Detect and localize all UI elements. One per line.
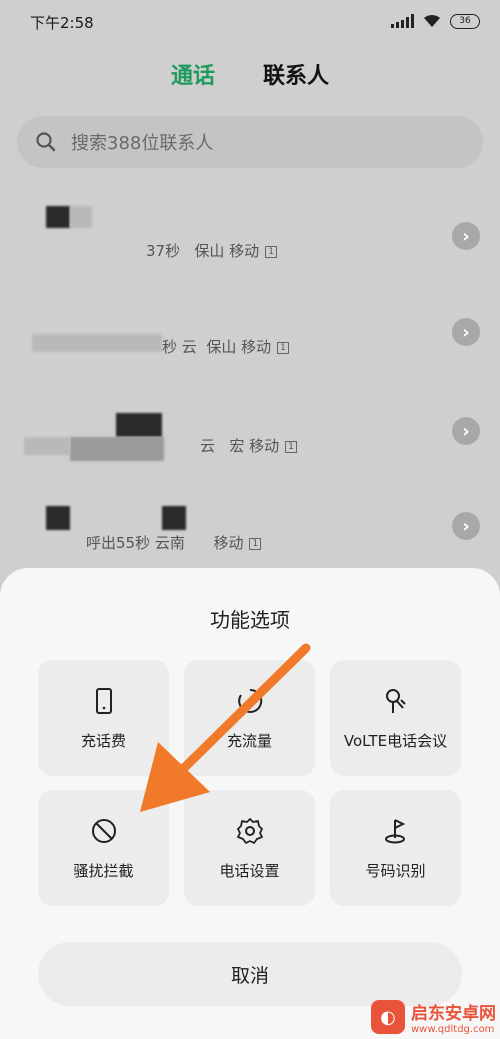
signal-icon [391, 14, 414, 28]
watermark: ◐ 启东安卓网 www.qdltdg.com [371, 999, 496, 1035]
hd-badge: 1 [277, 341, 289, 354]
call-duration: 秒 云 [162, 338, 197, 356]
battery-level: 36 [459, 16, 471, 26]
redacted-name [162, 506, 186, 530]
call-location: 保山 移动 [206, 338, 272, 356]
status-time: 下午2:58 [30, 14, 94, 32]
option-label: 充流量 [226, 731, 272, 750]
call-duration: 37秒 [146, 242, 181, 260]
redacted-name [24, 437, 70, 455]
flag-icon [384, 818, 405, 843]
search-bar[interactable]: 搜索388位联系人 [17, 116, 483, 168]
call-location: 保山 移动 [194, 242, 260, 260]
option-volte-conference[interactable]: VoLTE电话会议 [330, 660, 461, 776]
tab-calls[interactable]: 通话 [171, 58, 215, 90]
chevron-right-icon[interactable]: › [452, 417, 480, 445]
option-harassment-block[interactable]: 骚扰拦截 [38, 790, 169, 906]
conference-icon [385, 688, 406, 713]
call-duration: 云 [200, 437, 216, 455]
redacted-name [116, 413, 162, 437]
call-detail: 呼出55秒 云南 移动 1 [86, 532, 262, 553]
redacted-name [70, 206, 92, 228]
sheet-title: 功能选项 [210, 608, 290, 632]
option-number-identify[interactable]: 号码识别 [330, 790, 461, 906]
option-label: 号码识别 [365, 861, 426, 880]
options-grid: 充话费 充流量 VoLTE电话会议 骚扰拦截 电话设置 号码识别 [38, 660, 462, 906]
chevron-right-icon[interactable]: › [452, 222, 480, 250]
redacted-name [46, 506, 70, 530]
wifi-icon [424, 14, 440, 27]
chevron-right-icon[interactable]: › [452, 318, 480, 346]
option-label: 电话设置 [219, 861, 280, 880]
call-duration: 呼出55秒 云南 [86, 534, 185, 552]
option-call-settings[interactable]: 电话设置 [184, 790, 315, 906]
watermark-name: 启东安卓网 [411, 1004, 496, 1024]
redacted-name [32, 334, 162, 352]
watermark-url: www.qdltdg.com [411, 1024, 495, 1035]
watermark-logo-icon: ◐ [371, 1000, 405, 1034]
call-detail: 37秒 保山 移动 1 [146, 240, 277, 261]
call-row[interactable]: 云 宏 移动 1 › [0, 405, 500, 501]
data-icon [237, 688, 262, 713]
call-location: 宏 移动 [229, 437, 280, 455]
hd-badge: 1 [265, 245, 277, 258]
call-location: 移动 [213, 534, 244, 552]
call-row[interactable]: 37秒 保山 移动 1 › [0, 190, 500, 286]
search-icon [36, 132, 56, 152]
top-tabs: 通话 联系人 [0, 58, 500, 90]
redacted-name [70, 437, 164, 461]
hd-badge: 1 [285, 440, 297, 453]
search-placeholder: 搜索388位联系人 [71, 133, 214, 154]
tab-contacts[interactable]: 联系人 [263, 58, 329, 90]
option-recharge-data[interactable]: 充流量 [184, 660, 315, 776]
call-detail: 秒 云 保山 移动 1 [162, 336, 289, 357]
call-detail: 云 宏 移动 1 [200, 435, 297, 456]
status-icons: 36 [391, 13, 480, 29]
hd-badge: 1 [249, 537, 262, 550]
option-recharge-credit[interactable]: 充话费 [38, 660, 169, 776]
function-options-sheet: 功能选项 充话费 充流量 VoLTE电话会议 骚扰拦截 电话设置 号码识别 取消 [0, 568, 500, 1039]
option-label: 充话费 [80, 731, 126, 750]
gear-icon [236, 817, 263, 844]
battery-icon: 36 [450, 13, 480, 29]
watermark-text: 启东安卓网 www.qdltdg.com [411, 999, 496, 1035]
call-row[interactable]: 秒 云 保山 移动 1 › [0, 300, 500, 396]
redacted-name [46, 206, 70, 228]
chevron-right-icon[interactable]: › [452, 512, 480, 540]
block-icon [91, 818, 116, 843]
option-label: 骚扰拦截 [73, 861, 134, 880]
status-bar: 下午2:58 36 [0, 0, 500, 44]
cancel-button[interactable]: 取消 [38, 942, 462, 1006]
phone-icon [95, 687, 112, 714]
option-label: VoLTE电话会议 [343, 731, 448, 750]
